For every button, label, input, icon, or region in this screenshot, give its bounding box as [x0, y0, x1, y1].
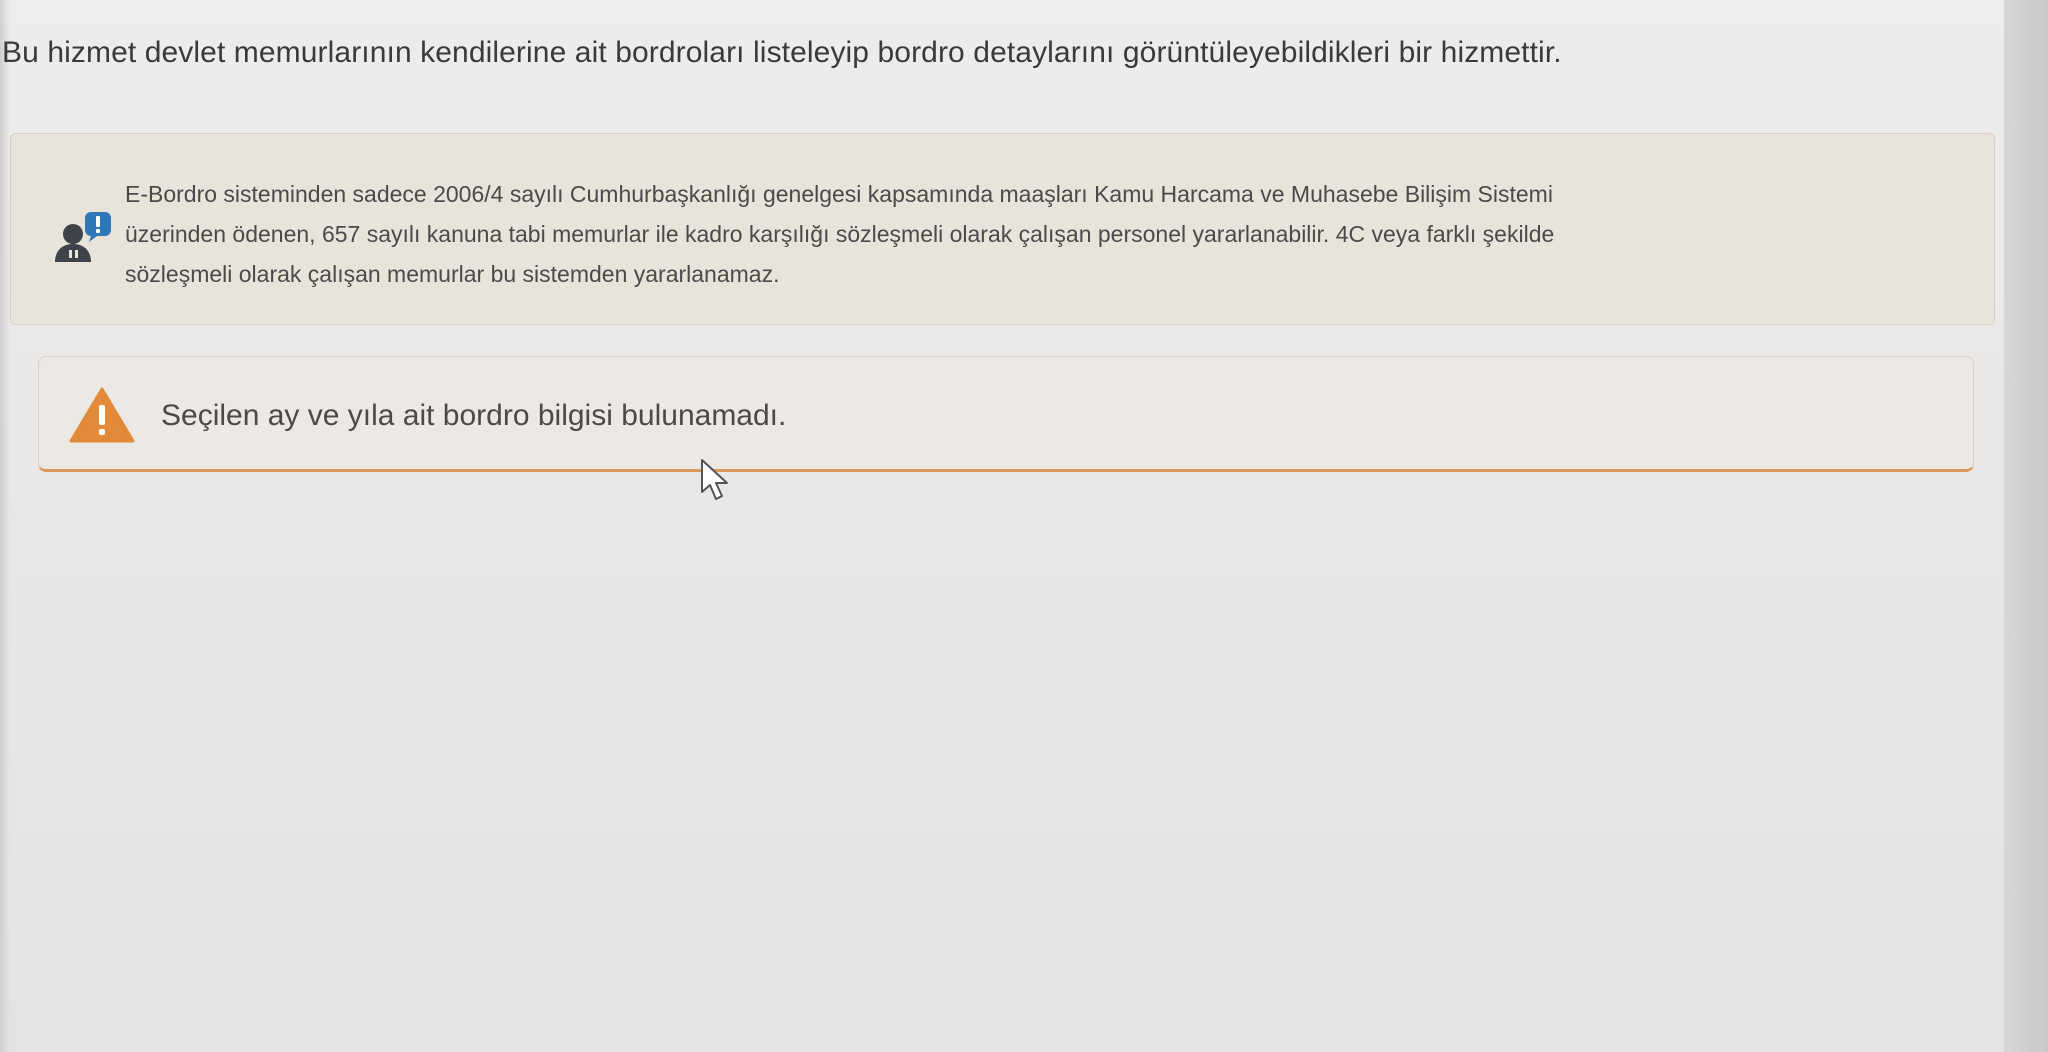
info-message: E-Bordro sisteminden sadece 2006/4 sayıl… [125, 174, 1945, 294]
service-description: Bu hizmet devlet memurlarının kendilerin… [2, 36, 1562, 69]
warning-triangle-icon [69, 387, 135, 443]
page: Bu hizmet devlet memurlarının kendilerin… [0, 0, 2048, 1052]
warning-alert: Seçilen ay ve yıla ait bordro bilgisi bu… [38, 356, 1974, 472]
warning-message: Seçilen ay ve yıla ait bordro bilgisi bu… [161, 399, 787, 432]
mouse-pointer-icon [701, 459, 728, 500]
info-line: üzerinden ödenen, 657 sayılı kanuna tabi… [125, 221, 1555, 247]
screen-edge-left [0, 0, 10, 1052]
user-alert-icon [55, 212, 111, 262]
info-alert: E-Bordro sisteminden sadece 2006/4 sayıl… [10, 133, 1995, 325]
info-line: E-Bordro sisteminden sadece 2006/4 sayıl… [125, 181, 1553, 207]
screen-edge-right [2004, 0, 2048, 1052]
info-line: sözleşmeli olarak çalışan memurlar bu si… [125, 261, 780, 287]
